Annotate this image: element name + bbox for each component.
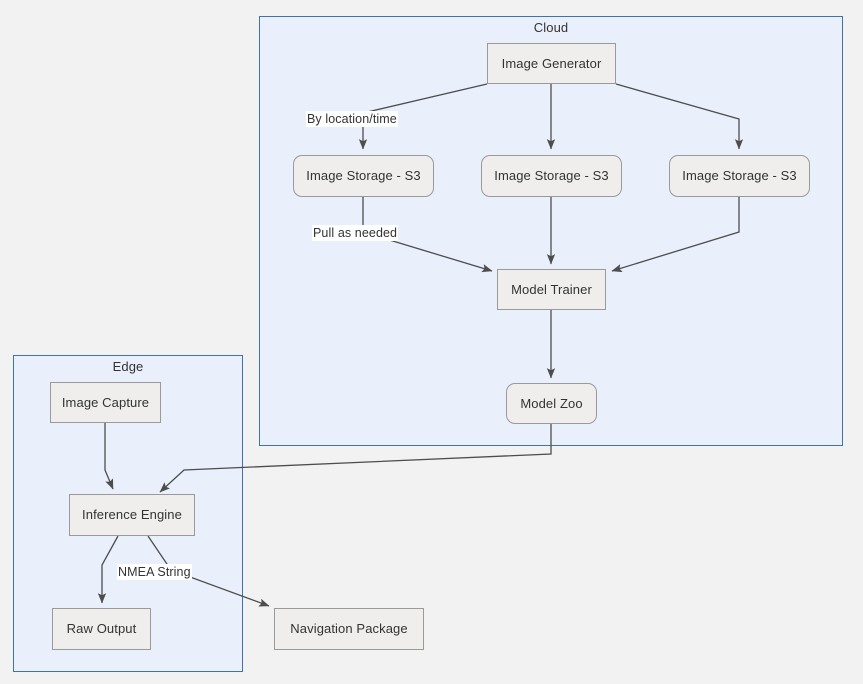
node-navigation-package-label: Navigation Package	[290, 621, 408, 637]
node-model-trainer-label: Model Trainer	[511, 281, 592, 297]
node-image-storage-1[interactable]: Image Storage - S3	[293, 155, 434, 197]
node-image-capture[interactable]: Image Capture	[50, 382, 161, 423]
node-inference-engine-label: Inference Engine	[82, 507, 182, 523]
node-image-storage-2-label: Image Storage - S3	[494, 168, 609, 184]
node-navigation-package[interactable]: Navigation Package	[274, 608, 424, 650]
node-image-generator[interactable]: Image Generator	[487, 43, 616, 84]
node-image-capture-label: Image Capture	[61, 394, 150, 410]
node-inference-engine[interactable]: Inference Engine	[69, 494, 195, 536]
node-image-storage-3[interactable]: Image Storage - S3	[669, 155, 810, 197]
node-model-zoo[interactable]: Model Zoo	[506, 383, 597, 424]
edge-label-by-location-time: By location/time	[306, 111, 398, 127]
diagram-canvas: Cloud Edge Image Generator Image Storage…	[0, 0, 863, 684]
node-raw-output-label: Raw Output	[66, 621, 137, 637]
node-image-storage-2[interactable]: Image Storage - S3	[481, 155, 622, 197]
edge-label-nmea-string: NMEA String	[117, 564, 192, 580]
node-raw-output[interactable]: Raw Output	[52, 608, 151, 650]
group-edge-label: Edge	[112, 359, 144, 374]
group-cloud-label: Cloud	[533, 20, 569, 35]
node-image-generator-label: Image Generator	[501, 55, 602, 71]
node-model-zoo-label: Model Zoo	[520, 395, 583, 411]
edge-label-pull-as-needed: Pull as needed	[312, 225, 399, 241]
node-model-trainer[interactable]: Model Trainer	[497, 269, 606, 310]
node-image-storage-1-label: Image Storage - S3	[306, 168, 421, 184]
node-image-storage-3-label: Image Storage - S3	[682, 168, 797, 184]
